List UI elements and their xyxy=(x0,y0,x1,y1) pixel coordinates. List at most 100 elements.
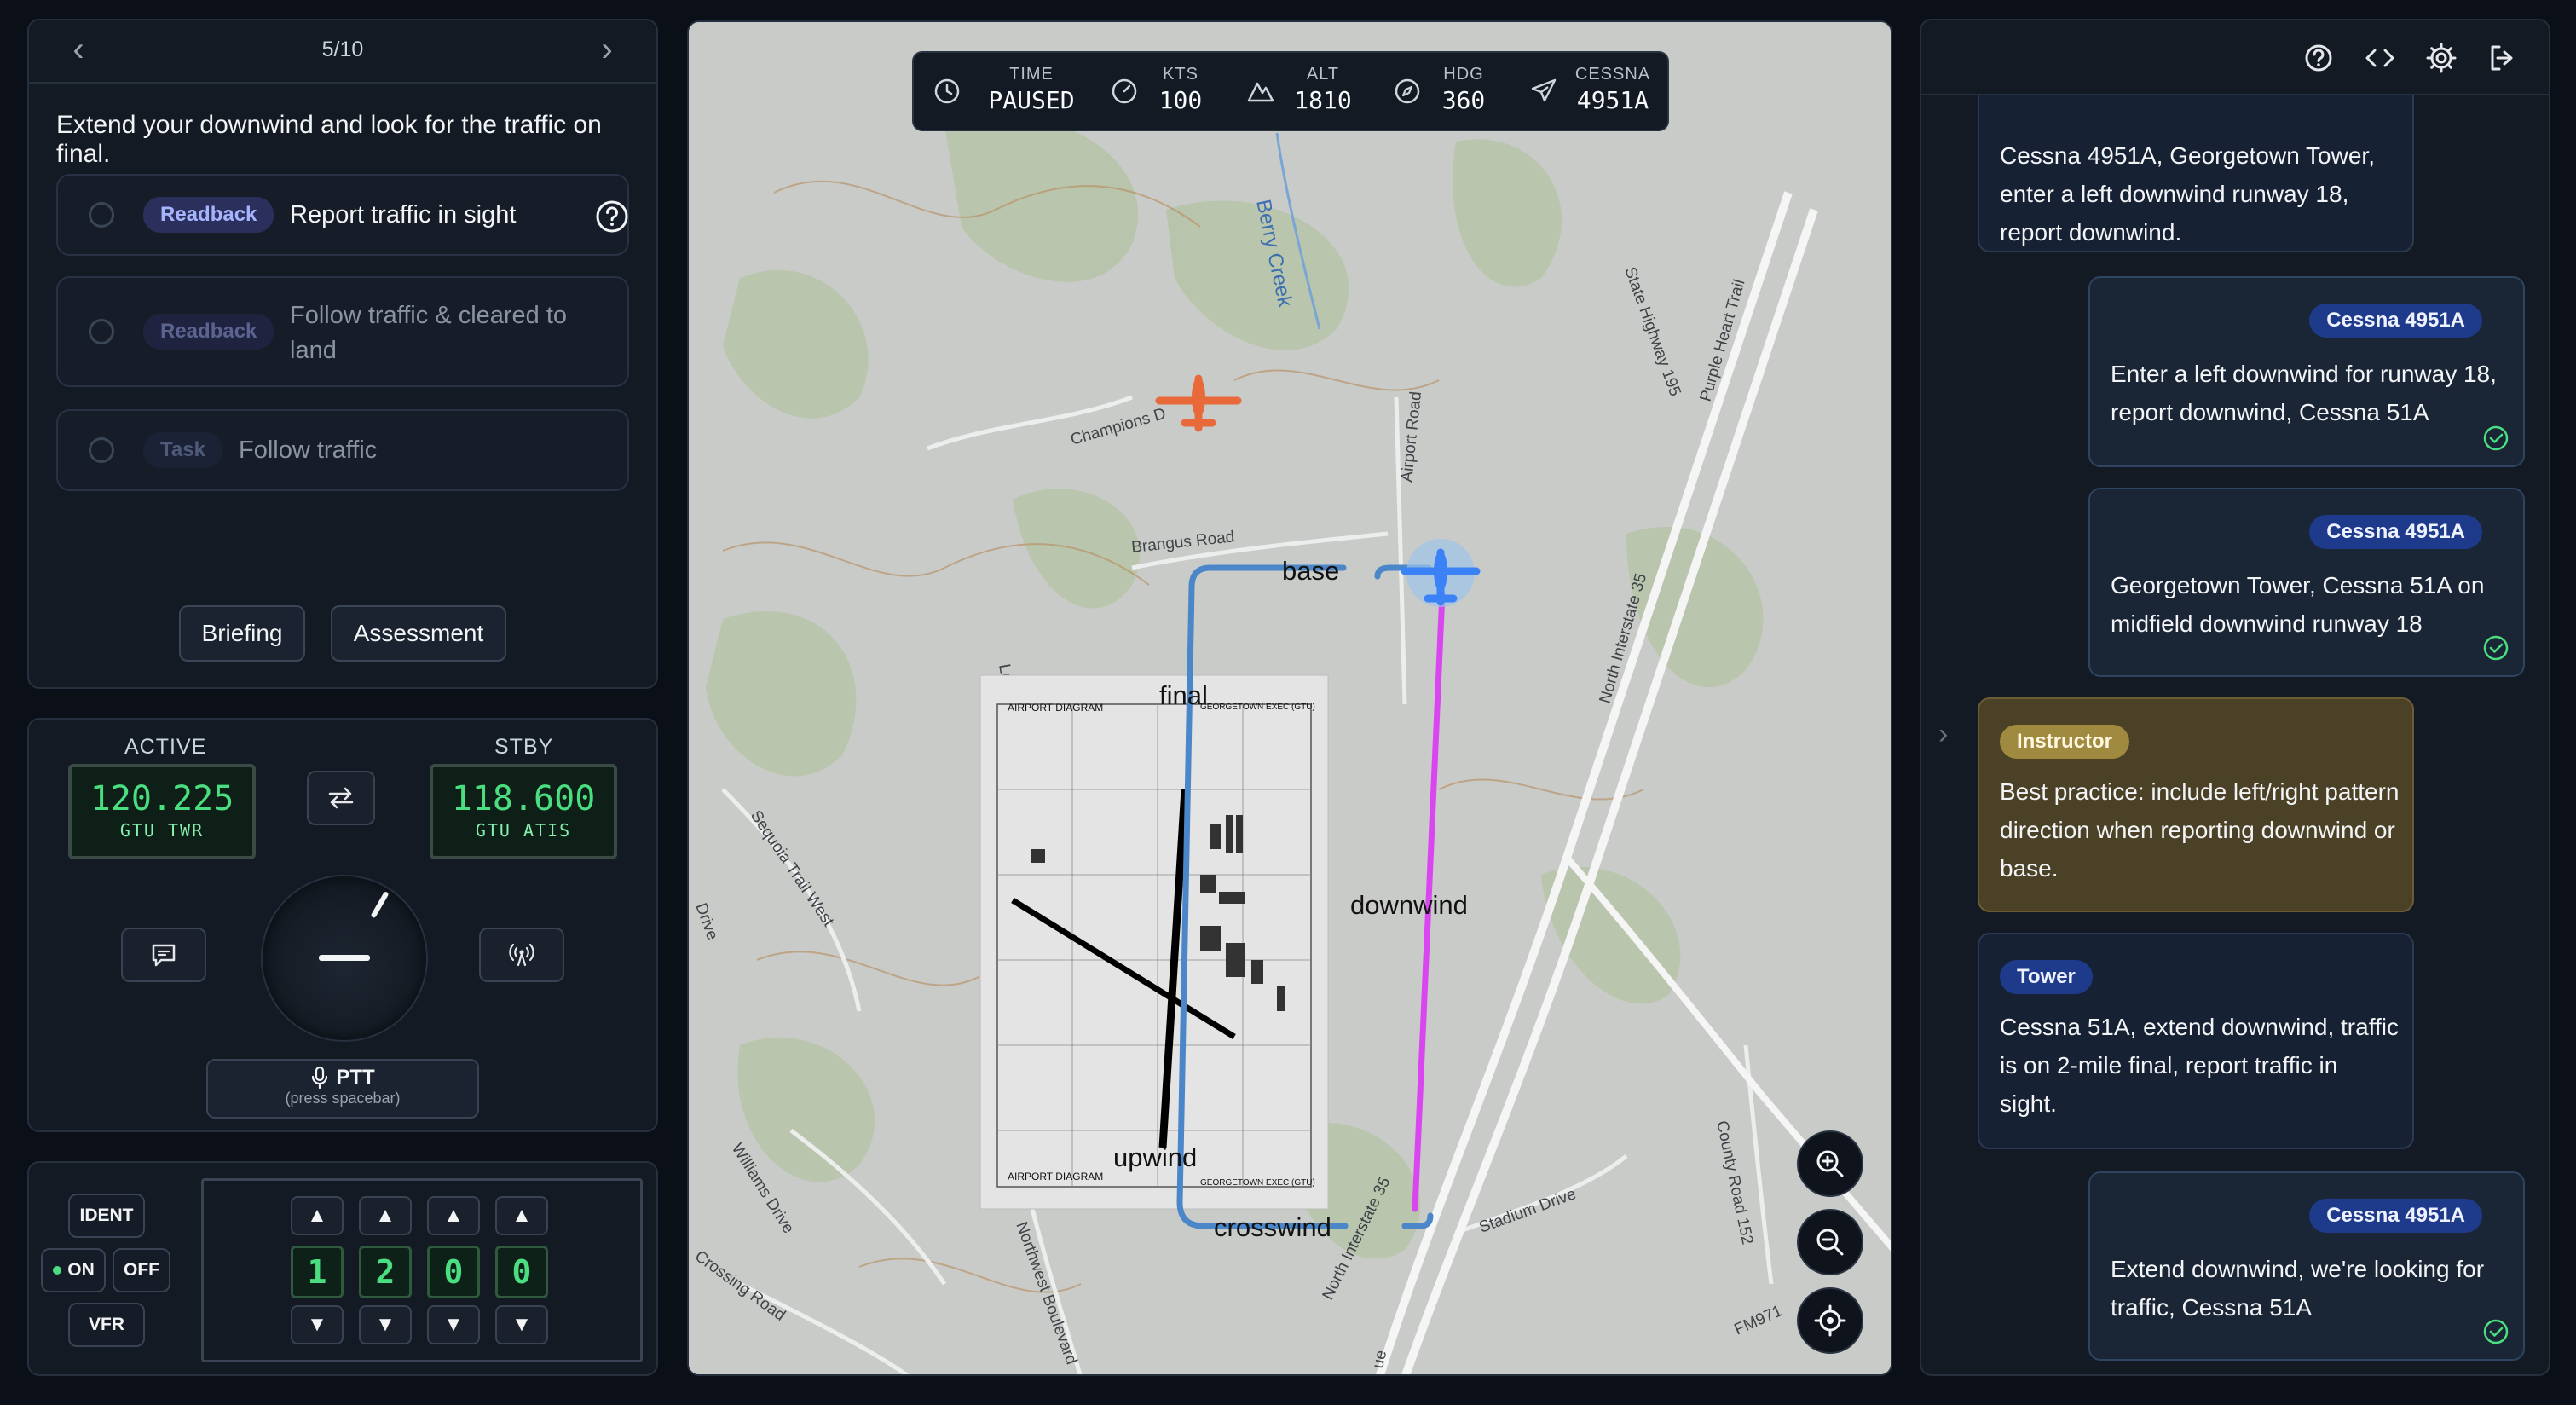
chat-message-tower: Tower Cessna 51A, extend downwind, traff… xyxy=(1978,933,2414,1149)
collapse-transcript-chevron-icon[interactable]: › xyxy=(1938,718,1948,751)
task-item[interactable]: Readback Report traffic in sight xyxy=(56,174,629,256)
code-icon[interactable] xyxy=(2363,41,2397,75)
transponder-on-button[interactable]: ON xyxy=(41,1248,106,1292)
zoom-out-button[interactable] xyxy=(1797,1209,1863,1275)
chat-message-instructor: Instructor Best practice: include left/r… xyxy=(1978,697,2414,912)
hud-heading: HDG 360 xyxy=(1434,65,1493,114)
sender-badge: Cessna 4951A xyxy=(2309,515,2482,549)
diagram-airport-name: GEORGETOWN EXEC (GTU) xyxy=(1200,1178,1315,1188)
standby-frequency: 118.600 xyxy=(451,779,596,818)
speedometer-icon xyxy=(1112,78,1137,104)
leg-label-upwind: upwind xyxy=(1113,1142,1197,1172)
task-item[interactable]: Readback Follow traffic & cleared to lan… xyxy=(56,276,629,387)
lesson-instruction: Extend your downwind and look for the tr… xyxy=(56,111,602,168)
help-icon[interactable] xyxy=(2302,41,2336,75)
hud-altitude: ALT 1810 xyxy=(1289,65,1357,114)
digit-2-down-button[interactable]: ▼ xyxy=(359,1305,412,1344)
zoom-in-button[interactable] xyxy=(1797,1130,1863,1197)
message-text: Enter a left downwind for runway 18, rep… xyxy=(2111,361,2497,425)
logout-icon[interactable] xyxy=(2486,41,2520,75)
task-label: Follow traffic xyxy=(239,437,378,464)
digit-4-down-button[interactable]: ▼ xyxy=(495,1305,548,1344)
digit-2-up-button[interactable]: ▲ xyxy=(359,1196,412,1235)
ptt-hint: (press spacebar) xyxy=(285,1090,401,1107)
next-step-button[interactable]: › xyxy=(588,32,626,70)
map-label: ue xyxy=(1369,1349,1390,1370)
clock-icon xyxy=(934,78,960,104)
squawk-digit: 1 xyxy=(291,1246,344,1298)
chat-message-pilot: Cessna 4951A Georgetown Tower, Cessna 51… xyxy=(2088,488,2525,677)
vfr-button[interactable]: VFR xyxy=(68,1303,145,1347)
message-button[interactable] xyxy=(121,928,206,982)
squawk-digit: 2 xyxy=(359,1246,412,1298)
squawk-code-selector: ▲ ▲ ▲ ▲ 1 2 0 0 ▼ ▼ ▼ ▼ xyxy=(201,1178,643,1362)
standby-frequency-name: GTU ATIS xyxy=(475,820,572,841)
task-type-badge: Task xyxy=(143,432,222,468)
standby-frequency-display: 118.600 GTU ATIS xyxy=(430,764,617,859)
hud-altitude-label: ALT xyxy=(1306,65,1340,84)
zoom-out-icon xyxy=(1816,1229,1844,1256)
digit-1-up-button[interactable]: ▲ xyxy=(291,1196,344,1235)
hud-time: TIME PAUSED xyxy=(982,65,1081,114)
task-type-badge: Readback xyxy=(143,314,274,350)
hud-speed-value: 100 xyxy=(1158,86,1203,114)
transponder-panel: IDENT ON OFF VFR ▲ ▲ ▲ ▲ 1 2 0 0 ▼ ▼ ▼ ▼ xyxy=(27,1161,658,1376)
assessment-button[interactable]: Assessment xyxy=(331,605,506,662)
task-item[interactable]: Task Follow traffic xyxy=(56,409,629,491)
hud-time-label: TIME xyxy=(1009,65,1054,84)
leg-label-downwind: downwind xyxy=(1350,890,1468,920)
map-view[interactable]: Berry Creek Champions D Brangus Road Air… xyxy=(687,20,1892,1376)
task-status-indicator xyxy=(89,202,114,228)
digit-3-down-button[interactable]: ▼ xyxy=(427,1305,480,1344)
push-to-talk-button[interactable]: PTT (press spacebar) xyxy=(206,1059,479,1119)
com-radio-panel: ACTIVE STBY 120.225 GTU TWR 118.600 GTU … xyxy=(27,718,658,1132)
gear-icon[interactable] xyxy=(2424,41,2458,75)
diagram-title: AIRPORT DIAGRAM xyxy=(1008,1171,1103,1182)
active-frequency-label: ACTIVE xyxy=(124,735,207,759)
leg-label-base: base xyxy=(1282,556,1339,586)
lesson-panel: ‹ 5/10 › Extend your downwind and look f… xyxy=(27,19,658,689)
task-status-indicator xyxy=(89,319,114,344)
briefing-button[interactable]: Briefing xyxy=(179,605,305,662)
ident-button[interactable]: IDENT xyxy=(68,1194,145,1238)
hud-heading-label: HDG xyxy=(1443,65,1484,84)
recenter-button[interactable] xyxy=(1797,1287,1863,1354)
mountain-icon xyxy=(1247,82,1274,102)
digit-4-up-button[interactable]: ▲ xyxy=(495,1196,548,1235)
digit-3-up-button[interactable]: ▲ xyxy=(427,1196,480,1235)
hud-time-value: PAUSED xyxy=(988,86,1075,114)
sender-badge: Tower xyxy=(2000,960,2093,994)
chat-message-pilot: Cessna 4951A Enter a left downwind for r… xyxy=(2088,276,2525,467)
sender-badge: Instructor xyxy=(2000,725,2130,759)
swap-frequency-button[interactable] xyxy=(307,771,375,825)
digit-1-down-button[interactable]: ▼ xyxy=(291,1305,344,1344)
hud-heading-value: 360 xyxy=(1441,86,1486,114)
task-status-indicator xyxy=(89,437,114,463)
airport-diagram-overlay: AIRPORT DIAGRAM GEORGETOWN EXEC (GTU) AI… xyxy=(979,674,1329,1210)
check-circle-icon xyxy=(2483,635,2509,661)
hud-speed-label: KTS xyxy=(1163,65,1198,84)
airplane-icon xyxy=(1531,78,1557,102)
transcript-toolbar xyxy=(1921,20,2549,95)
task-label: Follow traffic & cleared to land xyxy=(290,302,568,364)
squawk-digit: 0 xyxy=(495,1246,548,1298)
frequency-tuning-knob[interactable] xyxy=(261,875,428,1042)
radio-transcript-panel: › Cessna 4951A, Georgetown Tower, enter … xyxy=(1920,19,2550,1376)
zoom-in-icon xyxy=(1816,1150,1844,1177)
hud-aircraft: CESSNA 4951A xyxy=(1570,65,1655,114)
lesson-nav: ‹ 5/10 › xyxy=(29,20,656,84)
transponder-off-button[interactable]: OFF xyxy=(113,1248,170,1292)
flight-status-hud: TIME PAUSED KTS 100 ALT 1810 HDG 360 CES… xyxy=(912,51,1669,131)
standby-frequency-label: STBY xyxy=(494,735,554,759)
lesson-progress: 5/10 xyxy=(321,38,364,61)
map-canvas[interactable]: Berry Creek Champions D Brangus Road Air… xyxy=(689,22,1892,1376)
sender-badge: Cessna 4951A xyxy=(2309,304,2482,338)
help-icon[interactable] xyxy=(595,199,629,234)
squawk-digit: 0 xyxy=(427,1246,480,1298)
chat-bubble-icon xyxy=(152,944,176,967)
monitor-button[interactable] xyxy=(479,928,564,982)
transponder-on-label: ON xyxy=(67,1260,95,1280)
message-text: Cessna 51A, extend downwind, traffic is … xyxy=(2000,1014,2399,1117)
hud-aircraft-label: CESSNA xyxy=(1574,65,1651,84)
sender-badge: Cessna 4951A xyxy=(2309,1199,2482,1233)
